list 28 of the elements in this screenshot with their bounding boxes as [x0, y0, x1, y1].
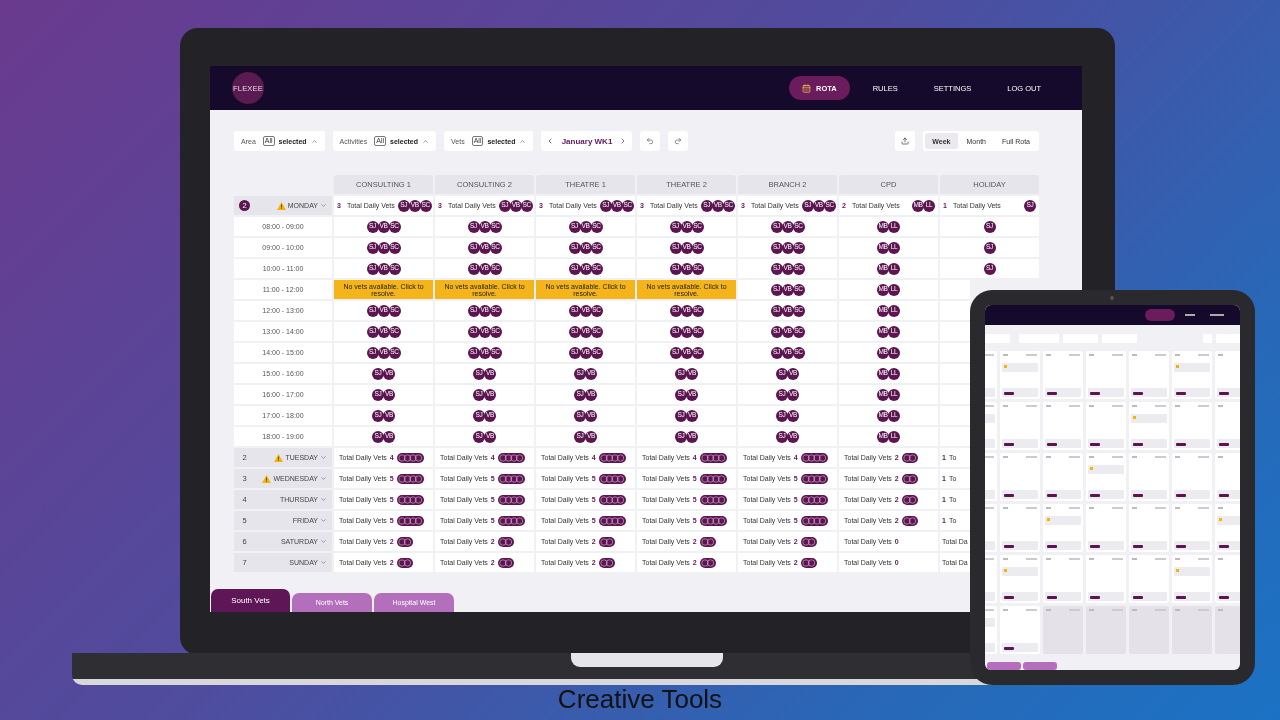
upload-icon	[901, 137, 910, 145]
slot-cell[interactable]	[940, 322, 970, 341]
chevron-down-icon	[320, 559, 327, 566]
slot-cell[interactable]	[940, 385, 970, 404]
chevron-down-icon	[320, 475, 327, 482]
site-tab[interactable]: South Vets	[211, 589, 290, 612]
slot-cell[interactable]	[940, 364, 970, 383]
slot-cell[interactable]	[940, 301, 970, 320]
redo-icon	[674, 137, 683, 145]
chevron-down-icon	[320, 496, 327, 503]
undo-button[interactable]	[640, 131, 661, 151]
slot-cell[interactable]	[940, 427, 970, 446]
camera-dot	[1110, 296, 1114, 300]
chevron-up-icon	[422, 137, 430, 145]
caption: Creative Tools	[557, 684, 723, 715]
chevron-up-icon	[519, 137, 527, 145]
period-label: January WK1	[561, 136, 613, 146]
chevron-down-icon	[320, 202, 327, 209]
redo-button[interactable]	[668, 131, 689, 151]
chevron-down-icon	[320, 517, 327, 524]
export-button[interactable]	[895, 131, 916, 151]
calendar-icon	[802, 83, 811, 93]
slot-cell[interactable]	[940, 343, 970, 362]
undo-icon	[646, 137, 655, 145]
chevron-up-icon	[310, 137, 318, 145]
chevron-down-icon	[320, 538, 327, 545]
slot-cell[interactable]	[940, 406, 970, 425]
chevron-down-icon	[320, 454, 327, 461]
